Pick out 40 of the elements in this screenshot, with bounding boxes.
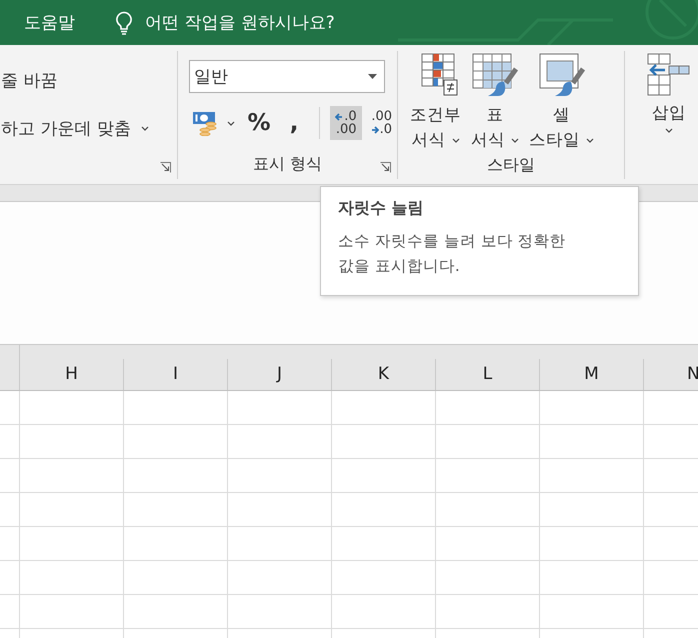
tell-me-search[interactable]: 어떤 작업을 원하시나요? (115, 10, 335, 34)
left-arrow-icon (335, 112, 344, 120)
caret-icon (586, 138, 594, 143)
column-header[interactable]: K (332, 359, 436, 390)
cell-style-icon (538, 53, 584, 99)
caret-icon (140, 126, 149, 130)
decrease-decimal-button[interactable]: .00 .0 (366, 106, 397, 140)
comma-style-button[interactable]: , (279, 106, 310, 140)
caret-icon (511, 138, 519, 143)
conditional-formatting-button[interactable]: 조건부 서식 (406, 53, 465, 152)
help-tab[interactable]: 도움말 (24, 11, 75, 34)
caret-icon (665, 128, 673, 133)
tooltip-text: 소수 자릿수를 늘려 보다 정확한 값을 표시합니다. (338, 231, 567, 277)
column-header[interactable]: I (124, 359, 228, 390)
column-header[interactable]: L (436, 359, 540, 390)
dropdown-arrow-icon (368, 74, 377, 79)
caret-icon (452, 138, 460, 143)
percent-style-button[interactable]: % (243, 106, 275, 140)
column-header[interactable]: N (644, 359, 698, 390)
group-label: 스타일 (487, 155, 535, 176)
increase-decimal-button[interactable]: .0 .00 (330, 106, 362, 140)
lightbulb-icon (115, 10, 133, 34)
dialog-launcher-icon[interactable] (160, 162, 171, 173)
merge-center-button[interactable]: 하고 가운데 맞춤 (1, 114, 177, 142)
tooltip-title: 자릿수 늘림 (338, 198, 424, 219)
column-header[interactable]: H (20, 359, 124, 390)
insert-cells-icon (647, 53, 691, 97)
money-icon (193, 110, 219, 136)
caret-icon (227, 120, 235, 126)
group-label: 표시 형식 (252, 154, 322, 174)
right-arrow-icon (370, 126, 379, 134)
wrap-text-button[interactable]: 줄 바꿈 (1, 66, 177, 94)
cell-styles-button[interactable]: 셀 스타일 (525, 53, 598, 152)
column-header[interactable]: J (228, 359, 332, 390)
column-header[interactable]: M (540, 359, 644, 390)
format-as-table-button[interactable]: 표 서식 (467, 53, 523, 152)
insert-button[interactable]: 삽입 (643, 53, 695, 133)
number-format-dropdown[interactable]: 일반 (189, 60, 385, 93)
table-format-icon (472, 53, 518, 99)
dialog-launcher-icon[interactable] (380, 162, 391, 173)
